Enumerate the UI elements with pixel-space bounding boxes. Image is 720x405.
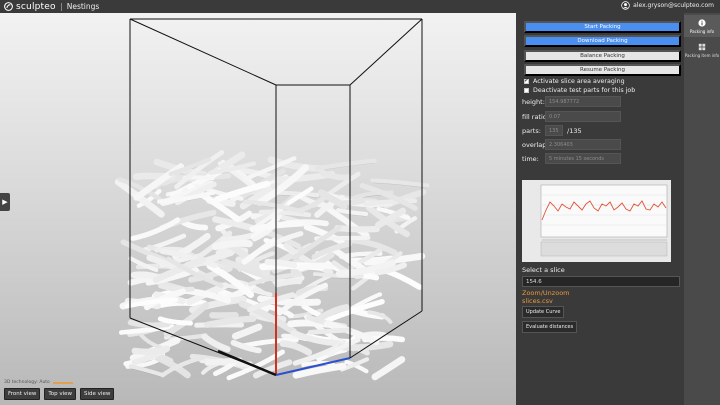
overlap-field[interactable]: 2.306403 <box>545 139 621 150</box>
packed-part <box>130 217 181 241</box>
packed-part <box>127 319 171 328</box>
packed-part <box>279 340 313 356</box>
front-view-button[interactable]: Front view <box>4 388 41 400</box>
expand-sidebar-button[interactable]: ▶ <box>0 193 10 211</box>
resume-packing-button[interactable]: Resume Packing <box>524 64 681 76</box>
packed-part <box>231 323 263 340</box>
packed-part <box>292 362 347 379</box>
slice-input[interactable]: 154.6 <box>522 276 680 287</box>
select-slice-label: Select a slice <box>522 266 565 274</box>
packed-part <box>319 169 352 181</box>
height-label: height: <box>522 98 545 106</box>
top-view-button[interactable]: Top view <box>44 388 77 400</box>
packed-part <box>344 236 398 256</box>
packed-part <box>371 356 406 381</box>
packed-parts <box>114 150 430 381</box>
parts-total: /135 <box>567 127 582 135</box>
packed-part <box>307 327 353 335</box>
side-view-button[interactable]: Side view <box>80 388 115 400</box>
slice-averaging-checkbox[interactable]: Activate slice area averaging <box>524 77 625 85</box>
tab-packing-info[interactable]: Packing info <box>684 15 720 37</box>
tab-packing-info-label: Packing info <box>689 28 715 34</box>
parts-label: parts: <box>522 127 541 135</box>
packed-part <box>274 278 303 288</box>
user-email: alex.gryson@sculpteo.com <box>633 2 714 9</box>
packing-scene <box>114 18 430 381</box>
packed-part <box>334 225 380 233</box>
deactivate-test-parts-checkbox[interactable]: Deactivate test parts for this job <box>524 87 635 94</box>
tab-packing-item-info-label: Packing item info <box>684 52 720 58</box>
fill-ratio-field[interactable]: 0.07 <box>545 111 621 122</box>
packing-panel: Start Packing Download Packing Balance P… <box>516 13 684 405</box>
packed-part <box>131 345 171 355</box>
checkbox-checked-icon[interactable] <box>524 77 529 84</box>
zoom-unzoom-link[interactable]: Zoom/Unzoom <box>522 289 570 297</box>
height-field[interactable]: 154.987772 <box>545 96 621 107</box>
brand-logo[interactable]: sculpteo <box>4 2 56 12</box>
packed-part <box>264 258 298 269</box>
slice-area-chart[interactable] <box>522 180 671 262</box>
panel-tabs: Packing info Packing item info <box>684 13 720 405</box>
packed-part <box>180 219 209 231</box>
top-bar: sculpteo Nestings alex.gryson@sculpteo.c… <box>0 0 720 13</box>
time-field[interactable]: 5 minutes 15 seconds <box>545 153 621 164</box>
download-packing-button[interactable]: Download Packing <box>524 35 681 47</box>
parts-field[interactable]: 135 <box>545 125 563 136</box>
checkbox-unchecked-icon[interactable] <box>524 88 529 93</box>
balance-packing-button[interactable]: Balance Packing <box>524 50 681 62</box>
slices-csv-link[interactable]: slices.csv <box>522 297 553 305</box>
viewport-status-text: 3D technology: Auto <box>4 380 50 385</box>
user-avatar-icon <box>621 1 630 10</box>
packed-part <box>297 262 336 272</box>
brand-name: sculpteo <box>16 1 56 12</box>
packed-part <box>204 357 243 366</box>
packed-part <box>204 315 257 328</box>
evaluate-distances-button[interactable]: Evaluate distances <box>522 321 578 333</box>
slice-area-plot <box>522 180 671 262</box>
sculpteo-logo-icon <box>4 2 13 11</box>
time-label: time: <box>522 155 539 163</box>
deactivate-test-parts-label: Deactivate test parts for this job <box>533 87 636 94</box>
app-title: Nestings <box>66 2 100 11</box>
start-packing-button[interactable]: Start Packing <box>524 21 681 33</box>
header-separator <box>60 2 62 11</box>
viewport-status: 3D technology: Auto <box>4 380 73 385</box>
tab-packing-item-info[interactable]: Packing item info <box>684 39 720 61</box>
info-icon <box>698 18 706 27</box>
3d-viewport[interactable]: ▶ 3D technology: Auto Front view Top vie… <box>0 13 516 405</box>
progress-bar <box>52 381 73 384</box>
slice-averaging-label: Activate slice area averaging <box>533 78 625 85</box>
packed-part <box>128 364 164 377</box>
view-buttons: Front view Top view Side view <box>4 388 115 400</box>
chevron-right-icon: ▶ <box>2 198 8 206</box>
packed-part <box>272 190 320 198</box>
user-account[interactable]: alex.gryson@sculpteo.com <box>621 1 714 10</box>
packed-part <box>314 158 377 171</box>
packed-part <box>211 239 253 251</box>
packed-part <box>201 333 231 353</box>
grid-icon <box>698 43 706 50</box>
update-curve-button[interactable]: Update Curve <box>522 306 565 318</box>
